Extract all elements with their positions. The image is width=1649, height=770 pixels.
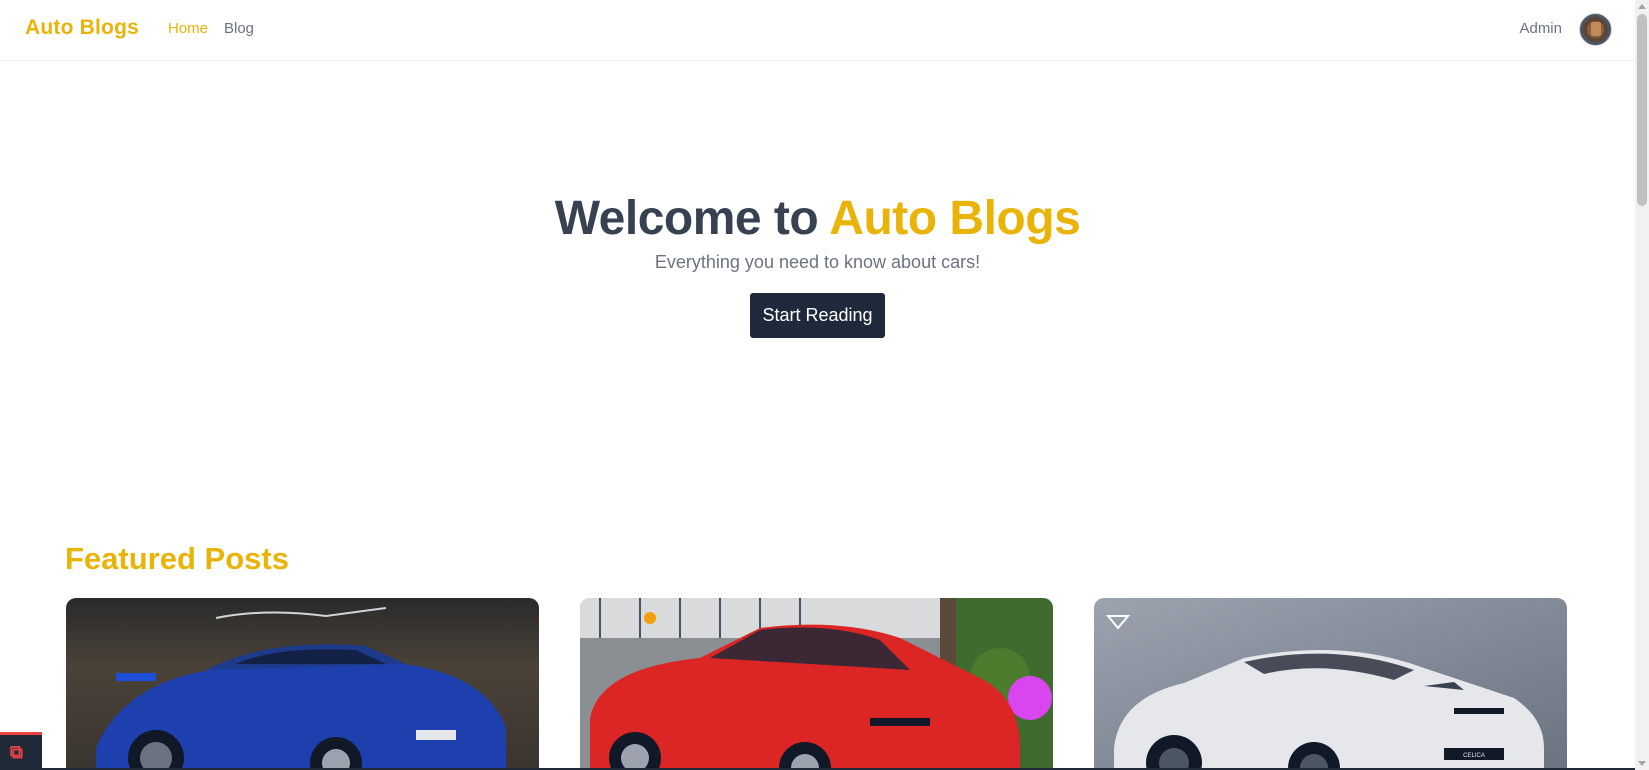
avatar[interactable] — [1579, 13, 1612, 46]
laravel-icon[interactable]: ⧉ — [0, 732, 42, 770]
nav-blog-link[interactable]: Blog — [224, 20, 254, 37]
top-navbar: Auto Blogs Home Blog Admin — [0, 0, 1635, 61]
hero-title-prefix: Welcome to — [554, 192, 819, 245]
page-scrollbar[interactable] — [1635, 0, 1649, 770]
scroll-thumb[interactable] — [1637, 14, 1647, 206]
hero-title-accent: Auto Blogs — [829, 192, 1081, 245]
hero-subtitle: Everything you need to know about cars! — [654, 252, 981, 272]
nav-home-link[interactable]: Home — [168, 20, 208, 37]
post-image-white-car: CELICA — [1094, 598, 1567, 770]
featured-posts-heading: Featured Posts — [65, 541, 289, 576]
scroll-up-arrow-icon[interactable] — [1638, 4, 1646, 9]
hero-section: Welcome to Auto Blogs Everything you nee… — [0, 190, 1635, 338]
start-reading-button[interactable]: Start Reading — [750, 293, 885, 338]
plate-text: CELICA — [1463, 753, 1485, 759]
featured-post-card-2[interactable] — [580, 598, 1053, 770]
featured-post-card-3[interactable]: CELICA — [1094, 598, 1567, 770]
hero-title: Welcome to Auto Blogs — [0, 190, 1635, 248]
scroll-down-arrow-icon[interactable] — [1638, 761, 1646, 766]
post-image-red-car — [580, 598, 1053, 770]
brand-logo[interactable]: Auto Blogs — [25, 16, 139, 40]
admin-user-link[interactable]: Admin — [1519, 20, 1562, 37]
post-image-blue-car — [66, 598, 539, 770]
featured-post-card-1[interactable] — [66, 598, 539, 770]
